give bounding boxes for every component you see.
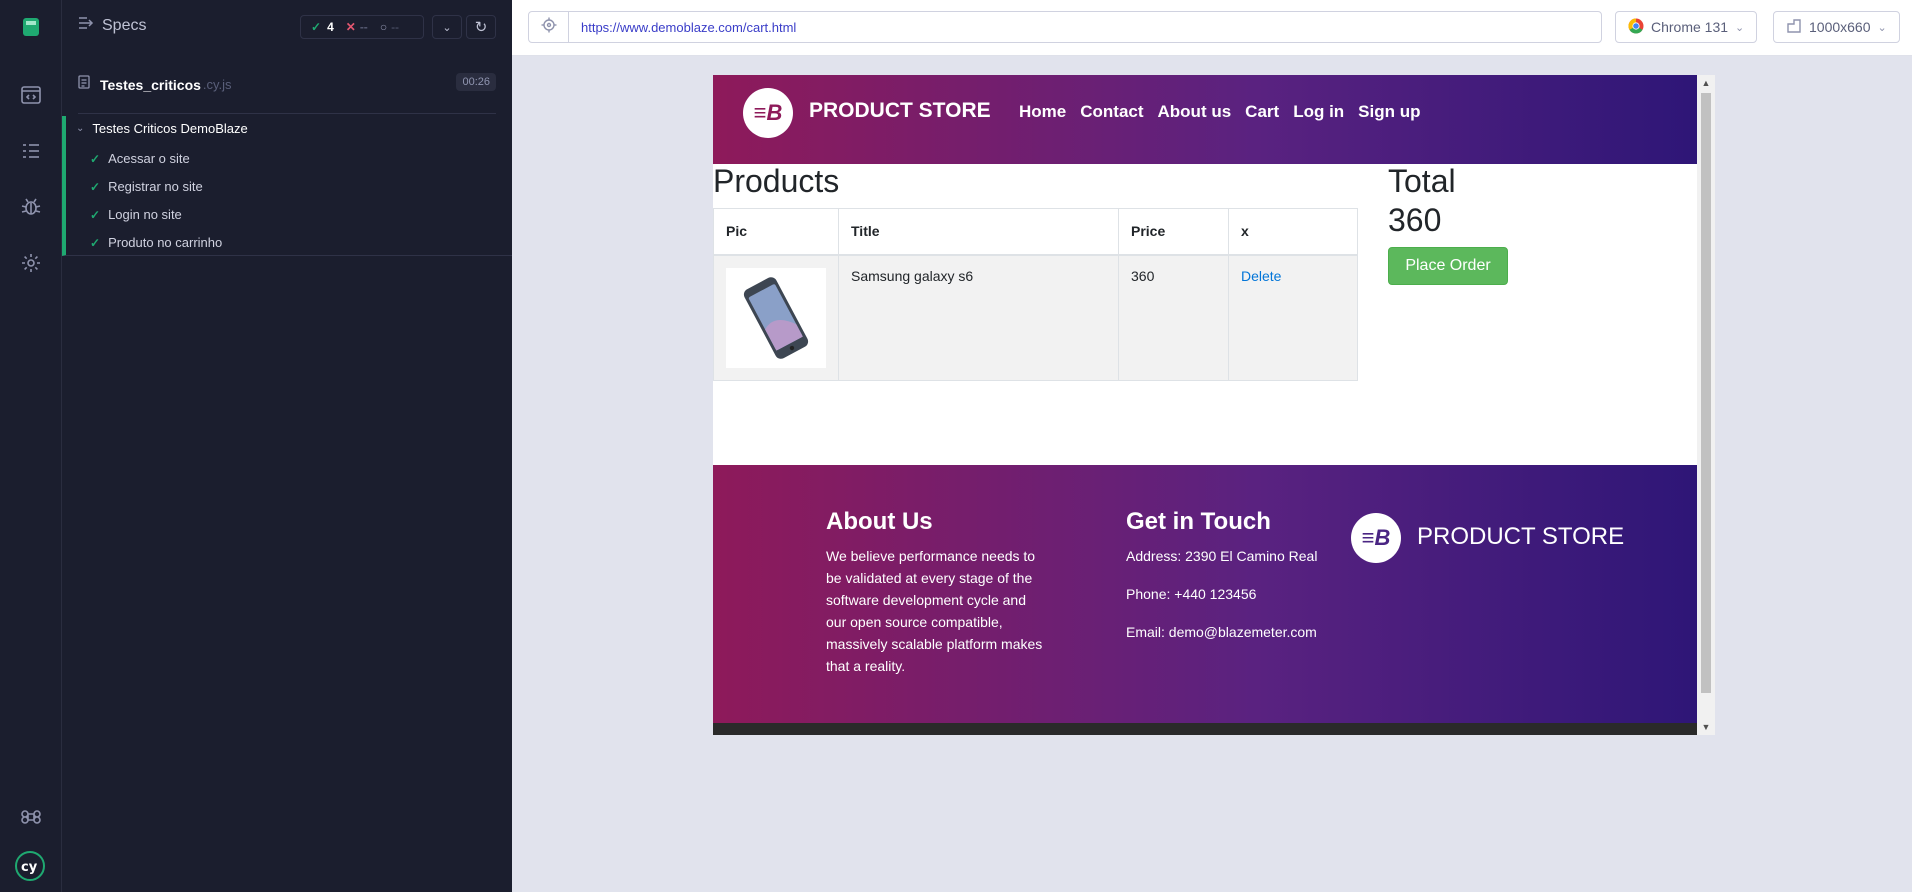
test-title: Acessar o site xyxy=(108,151,190,166)
footer-email: Email: demo@blazemeter.com xyxy=(1126,624,1317,640)
total-heading: Total xyxy=(1388,163,1456,199)
test-item[interactable]: ✓ Produto no carrinho xyxy=(90,235,222,250)
specs-list-toggle-icon xyxy=(78,16,94,35)
svg-text:cy: cy xyxy=(21,860,38,875)
failed-count: ✕ -- xyxy=(345,20,368,34)
check-icon: ✓ xyxy=(90,151,101,166)
keyboard-shortcuts-icon[interactable] xyxy=(18,804,44,830)
footer-logo-icon: ≡B xyxy=(1351,513,1401,563)
get-in-touch-heading: Get in Touch xyxy=(1126,508,1271,535)
test-title: Registrar no site xyxy=(108,179,203,194)
nav-log-in[interactable]: Log in xyxy=(1293,102,1344,122)
check-icon: ✓ xyxy=(90,179,101,194)
chevron-down-icon: ⌄ xyxy=(1735,21,1745,34)
specs-list-icon[interactable] xyxy=(18,138,44,164)
reporter-panel: Specs ✓ 4 ✕ -- ○ -- ⌄ ↻ Testes_criticos .cy… xyxy=(62,0,512,892)
test-title: Produto no carrinho xyxy=(108,235,223,250)
product-price: 360 xyxy=(1118,254,1229,381)
crosshair-icon xyxy=(541,17,557,38)
reporter-header: Specs ✓ 4 ✕ -- ○ -- ⌄ ↻ xyxy=(62,0,512,56)
browser-icon[interactable] xyxy=(18,82,44,108)
check-icon: ✓ xyxy=(90,207,101,222)
url-bar[interactable]: https://www.demoblaze.com/cart.html xyxy=(528,11,1602,43)
chevron-down-icon: ⌄ xyxy=(1877,21,1887,34)
product-title: Samsung galaxy s6 xyxy=(838,254,1119,381)
file-icon xyxy=(78,75,90,94)
test-suite[interactable]: ⌄ Testes Criticos DemoBlaze ✓ Acessar o … xyxy=(62,116,512,256)
about-us-heading: About Us xyxy=(826,508,933,535)
total-value: 360 xyxy=(1388,202,1442,238)
blazedemo-logo-icon[interactable]: ≡B xyxy=(743,88,793,138)
check-icon: ✓ xyxy=(90,235,101,250)
store-nav-links: Home Contact About us Cart Log in Sign u… xyxy=(1019,102,1421,122)
table-header-row: Pic Title Price x xyxy=(713,208,1358,256)
url-text[interactable]: https://www.demoblaze.com/cart.html xyxy=(581,20,796,35)
test-item[interactable]: ✓ Registrar no site xyxy=(90,179,203,194)
pending-count: ○ -- xyxy=(379,20,400,34)
side-nav-rail: cy xyxy=(0,0,62,892)
spec-duration: 00:26 xyxy=(456,73,496,91)
footer-phone: Phone: +440 123456 xyxy=(1126,586,1257,602)
suite-title[interactable]: ⌄ Testes Criticos DemoBlaze xyxy=(76,121,248,136)
specs-label: Specs xyxy=(102,16,147,34)
viewport-label: 1000x660 xyxy=(1809,19,1871,35)
test-item[interactable]: ✓ Acessar o site xyxy=(90,151,190,166)
settings-gear-icon[interactable] xyxy=(18,250,44,276)
spec-file-row[interactable]: Testes_criticos .cy.js 00:26 xyxy=(78,73,496,94)
scrollbar-thumb[interactable] xyxy=(1701,93,1711,693)
divider xyxy=(78,113,496,114)
delete-link[interactable]: Delete xyxy=(1241,268,1281,284)
col-pic: Pic xyxy=(713,208,839,256)
test-item[interactable]: ✓ Login no site xyxy=(90,207,182,222)
debug-bug-icon[interactable] xyxy=(18,194,44,220)
collapse-all-button[interactable]: ⌄ xyxy=(432,15,462,39)
cart-table: Pic Title Price x Samsung galaxy s6 360 … xyxy=(713,208,1358,381)
scroll-up-arrow-icon[interactable]: ▲ xyxy=(1697,75,1715,91)
col-title: Title xyxy=(838,208,1119,256)
nav-sign-up[interactable]: Sign up xyxy=(1358,102,1420,122)
browser-toolbar: https://www.demoblaze.com/cart.html Chro… xyxy=(512,0,1912,56)
samsung-phone-image xyxy=(726,267,826,368)
viewport-select[interactable]: 1000x660 ⌄ xyxy=(1773,11,1900,43)
store-brand[interactable]: PRODUCT STORE xyxy=(809,99,991,123)
aut-iframe: ≡B PRODUCT STORE Home Contact About us C… xyxy=(713,75,1715,735)
store-navbar: ≡B PRODUCT STORE Home Contact About us C… xyxy=(713,75,1697,164)
products-heading: Products xyxy=(713,163,840,199)
refresh-icon: ↻ xyxy=(474,19,488,36)
nav-contact[interactable]: Contact xyxy=(1080,102,1143,122)
table-row: Samsung galaxy s6 360 Delete xyxy=(713,254,1358,381)
viewport-icon xyxy=(1786,18,1802,37)
selector-playground-button[interactable] xyxy=(529,12,569,42)
cy-logo-icon[interactable]: cy xyxy=(14,850,46,882)
place-order-button[interactable]: Place Order xyxy=(1388,247,1508,285)
about-us-text: We believe performance needs to be valid… xyxy=(826,548,1043,674)
browser-label: Chrome 131 xyxy=(1651,19,1729,35)
product-pic-cell xyxy=(713,254,839,381)
chevron-down-icon: ⌄ xyxy=(442,21,452,34)
footer-bottom-bar xyxy=(713,723,1697,735)
specs-toggle[interactable]: Specs xyxy=(78,16,146,35)
footer-brand: PRODUCT STORE xyxy=(1417,523,1625,550)
nav-home[interactable]: Home xyxy=(1019,102,1066,122)
chevron-down-icon: ⌄ xyxy=(76,123,85,134)
scroll-down-arrow-icon[interactable]: ▼ xyxy=(1697,719,1715,735)
aut-scrollbar[interactable]: ▲ ▼ xyxy=(1697,75,1715,735)
test-title: Login no site xyxy=(108,207,182,222)
store-footer: About Us We believe performance needs to… xyxy=(713,465,1697,723)
col-x: x xyxy=(1228,208,1358,256)
nav-cart[interactable]: Cart xyxy=(1245,102,1279,122)
passed-count: ✓ 4 xyxy=(311,20,334,34)
nav-about-us[interactable]: About us xyxy=(1158,102,1232,122)
delete-cell: Delete xyxy=(1228,254,1358,381)
browser-select[interactable]: Chrome 131 ⌄ xyxy=(1615,11,1758,43)
spec-file-ext: .cy.js xyxy=(202,77,232,92)
rerun-button[interactable]: ↻ xyxy=(466,15,496,39)
cypress-app-icon[interactable] xyxy=(18,14,44,40)
col-price: Price xyxy=(1118,208,1229,256)
test-stats: ✓ 4 ✕ -- ○ -- xyxy=(300,15,424,39)
chrome-icon xyxy=(1628,17,1644,37)
suite-title-text: Testes Criticos DemoBlaze xyxy=(92,121,248,136)
footer-address: Address: 2390 El Camino Real xyxy=(1126,548,1318,564)
spec-file-name: Testes_criticos xyxy=(100,76,201,93)
